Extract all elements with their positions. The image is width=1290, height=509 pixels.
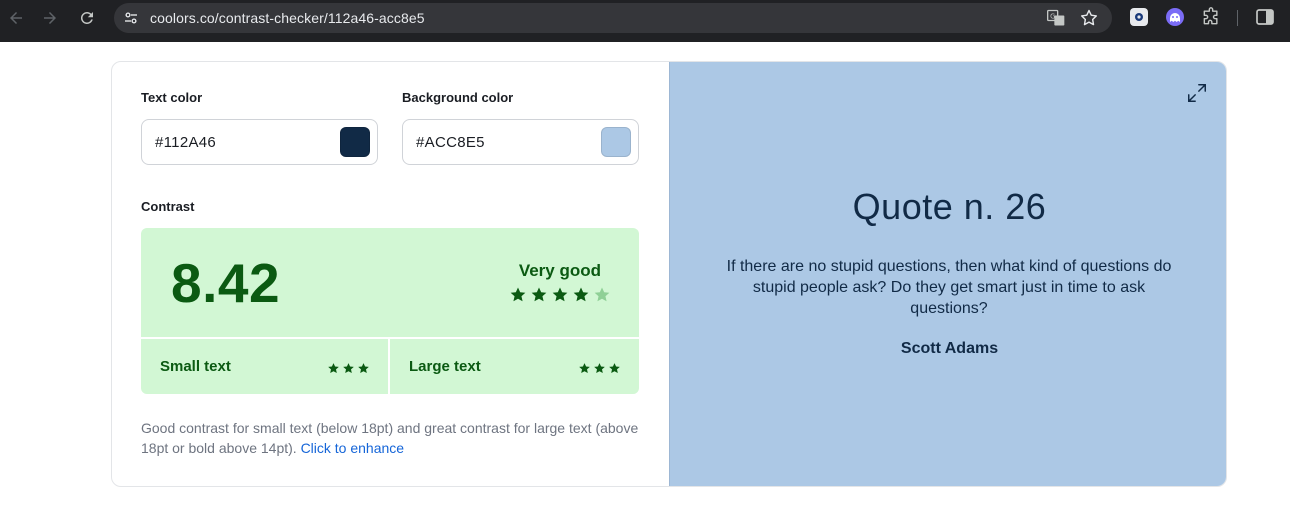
svg-text:G: G	[1050, 12, 1055, 20]
extension-icon[interactable]	[1129, 7, 1149, 27]
enhance-link[interactable]: Click to enhance	[301, 440, 405, 456]
large-text-stars	[578, 362, 621, 375]
rating-text: Very good	[518, 261, 601, 280]
contrast-score-box: 8.42 Very good Small text Large text	[141, 228, 639, 394]
ghost-extension-icon[interactable]	[1165, 7, 1185, 27]
text-color-input[interactable]: #112A46	[155, 134, 216, 151]
star-icon	[579, 363, 590, 374]
text-color-field[interactable]: #112A46	[141, 119, 378, 165]
quote-author: Scott Adams	[900, 340, 999, 357]
background-color-swatch[interactable]	[601, 127, 631, 157]
contrast-description: Good contrast for small text (below 18pt…	[141, 418, 641, 458]
forward-arrow-icon[interactable]	[38, 6, 62, 30]
url-text: coolors.co/contrast-checker/112a46-acc8e…	[150, 10, 425, 26]
contrast-ratio: 8.42	[171, 252, 281, 314]
text-color-swatch[interactable]	[340, 127, 370, 157]
star-icon	[343, 363, 354, 374]
small-text-label: Small text	[160, 358, 231, 375]
star-icon	[594, 287, 610, 302]
quote-text: If there are no stupid questions, then w…	[726, 258, 1172, 317]
small-text-stars	[327, 362, 370, 375]
translate-icon[interactable]: G	[1046, 8, 1066, 28]
preview-panel: Quote n. 26 If there are no stupid quest…	[669, 62, 1226, 486]
star-icon	[328, 363, 339, 374]
puzzle-icon[interactable]	[1201, 7, 1221, 27]
star-icon	[594, 363, 605, 374]
contrast-label: Contrast	[141, 199, 195, 214]
checker-panel: Text color #112A46 Background color #ACC…	[112, 62, 669, 486]
bookmark-star-icon[interactable]	[1079, 8, 1099, 28]
star-icon	[573, 287, 589, 302]
rating-stars	[509, 286, 611, 304]
background-color-field[interactable]: #ACC8E5	[402, 119, 639, 165]
large-text-result: Large text	[390, 339, 639, 394]
score-panel: 8.42 Very good	[141, 228, 639, 337]
text-color-label: Text color	[141, 90, 203, 105]
star-icon	[531, 287, 547, 302]
browser-toolbar: coolors.co/contrast-checker/112a46-acc8e…	[0, 0, 1290, 42]
toolbar-divider	[1237, 10, 1238, 26]
address-bar[interactable]: coolors.co/contrast-checker/112a46-acc8e…	[114, 3, 1112, 33]
site-settings-icon[interactable]	[122, 9, 140, 27]
small-text-result: Small text	[141, 339, 388, 394]
star-icon	[552, 287, 568, 302]
quote-title: Quote n. 26	[852, 186, 1047, 227]
background-color-input[interactable]: #ACC8E5	[416, 134, 485, 151]
star-icon	[510, 287, 526, 302]
back-arrow-icon[interactable]	[4, 6, 28, 30]
star-icon	[358, 363, 369, 374]
background-color-label: Background color	[402, 90, 514, 105]
contrast-checker-card: Text color #112A46 Background color #ACC…	[111, 61, 1227, 487]
side-panel-icon[interactable]	[1255, 7, 1275, 27]
large-text-label: Large text	[409, 358, 481, 375]
expand-icon[interactable]	[1186, 82, 1208, 104]
star-icon	[609, 363, 620, 374]
reload-icon[interactable]	[75, 6, 99, 30]
